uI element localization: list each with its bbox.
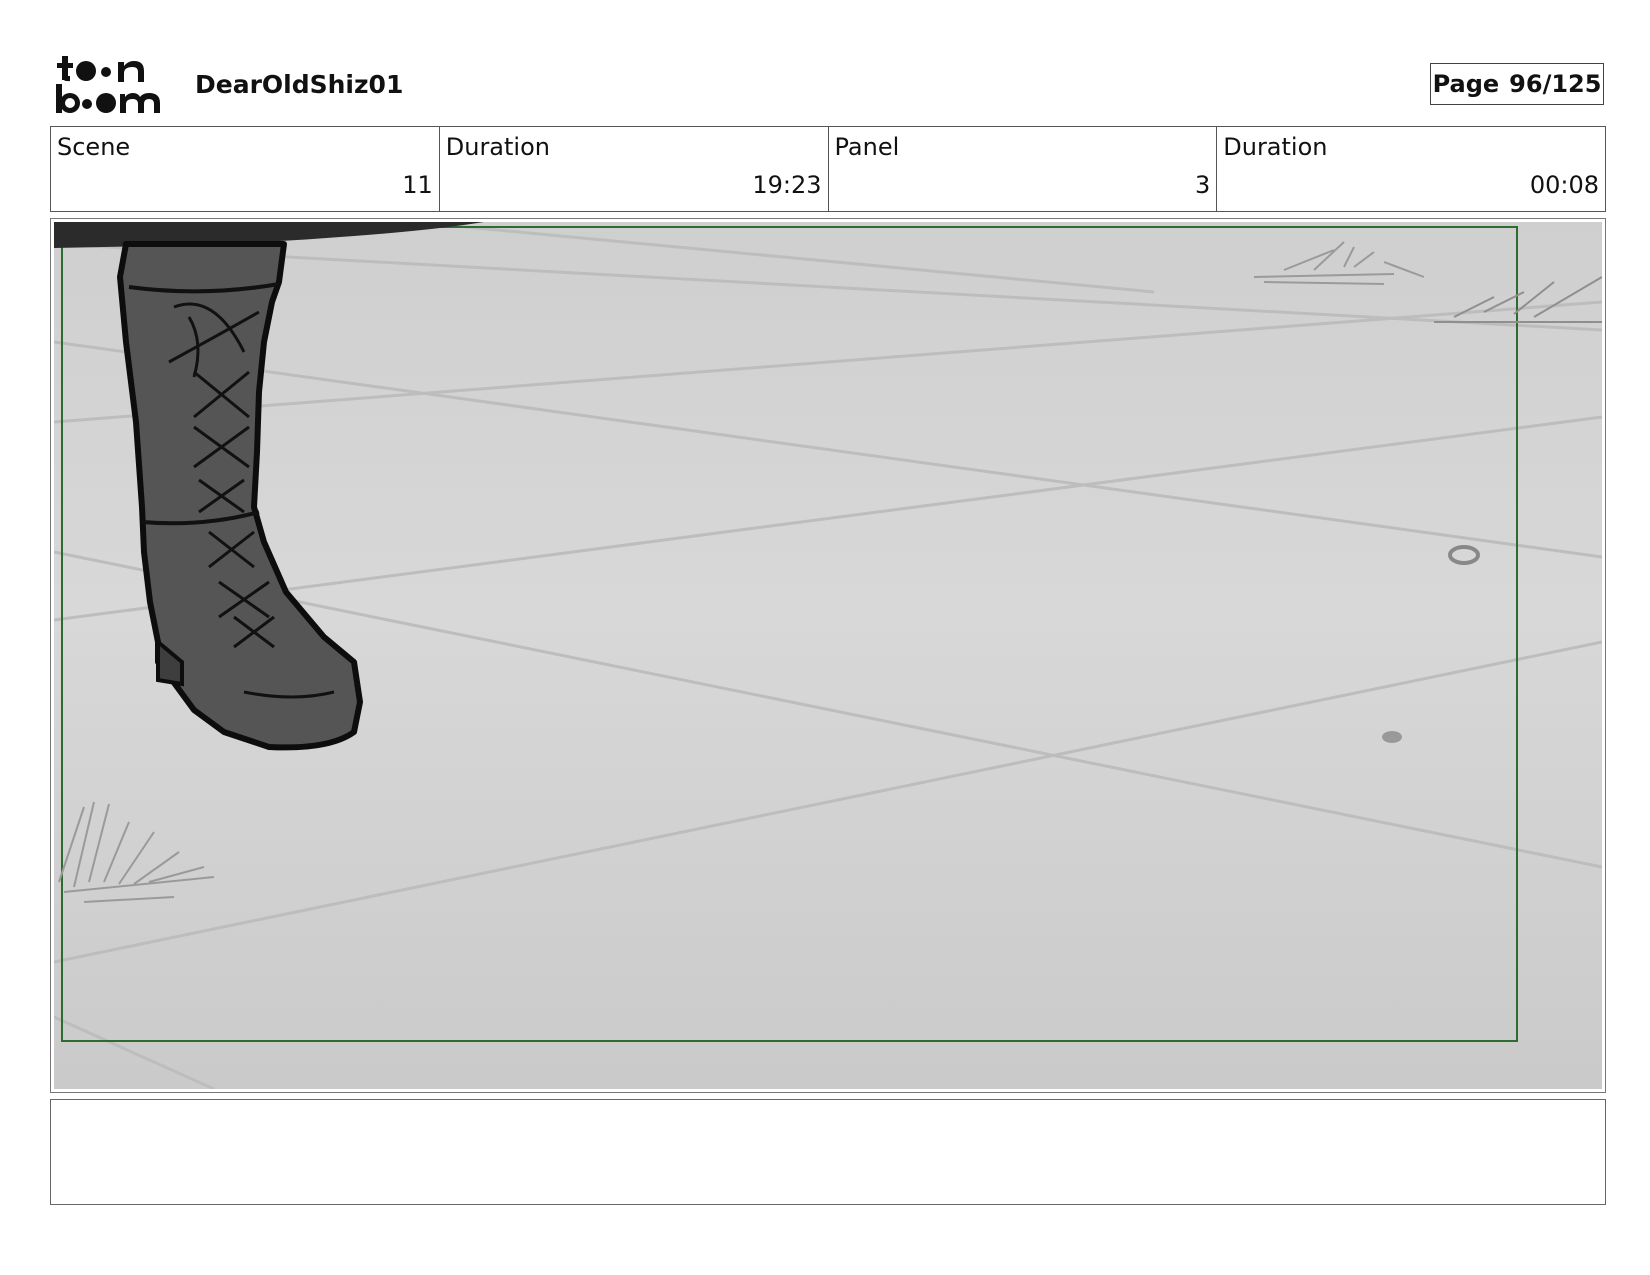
scene-value: 11 <box>402 171 433 199</box>
storyboard-panel <box>50 218 1606 1093</box>
panel-notes-box <box>50 1099 1606 1205</box>
panel-duration-label: Duration <box>1223 133 1328 161</box>
panel-duration-value: 00:08 <box>1529 171 1599 199</box>
scene-label: Scene <box>57 133 131 161</box>
toonboom-logo <box>54 54 172 116</box>
page-indicator: Page 96/125 <box>1430 63 1604 105</box>
panel-label: Panel <box>834 133 900 161</box>
page-label: Page <box>1432 70 1500 98</box>
scene-info-table: Scene 11 Duration 19:23 Panel 3 Duration… <box>50 126 1606 212</box>
panel-duration-cell: Duration 00:08 <box>1217 127 1605 211</box>
scene-duration-label: Duration <box>445 133 550 161</box>
panel-cell: Panel 3 <box>829 127 1218 211</box>
scene-duration-value: 19:23 <box>752 171 822 199</box>
scene-cell: Scene 11 <box>51 127 440 211</box>
page-number: 96/125 <box>1509 70 1602 98</box>
pebble <box>1382 731 1402 743</box>
project-title: DearOldShiz01 <box>195 70 404 99</box>
panel-value: 3 <box>1194 171 1211 199</box>
scene-duration-cell: Duration 19:23 <box>440 127 829 211</box>
panel-drawing <box>54 222 1602 1089</box>
